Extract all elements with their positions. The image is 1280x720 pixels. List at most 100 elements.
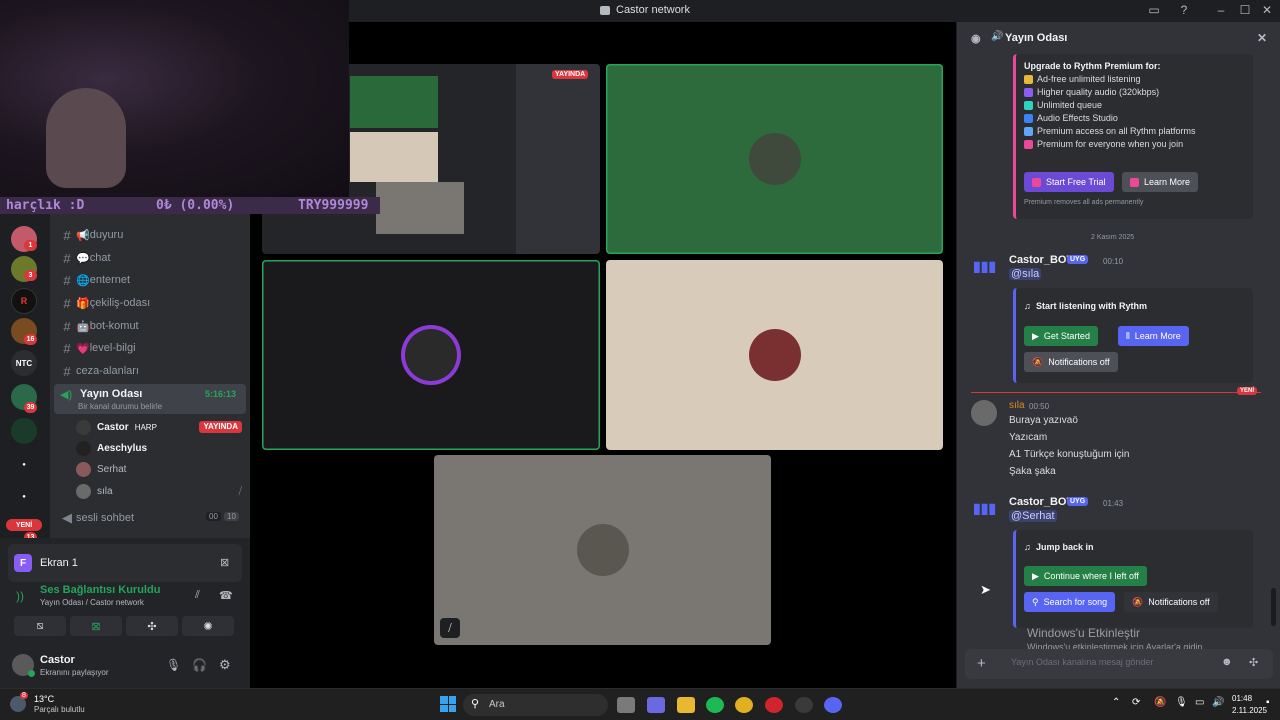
maximize-button[interactable]: ☐ (1236, 3, 1254, 17)
avatar[interactable] (971, 400, 997, 426)
clock-date[interactable]: 2.11.2025 (1232, 706, 1267, 715)
voice-user-sila[interactable]: sıla ⧸ (76, 482, 242, 500)
live-badge: YAYINDA (552, 70, 589, 79)
voice-channel-sesli[interactable]: ◀ sesli sohbet 00 10 (58, 508, 244, 528)
add-icon[interactable]: + (977, 655, 986, 672)
clock-time[interactable]: 01:48 (1232, 694, 1252, 703)
rythm-icon (1130, 177, 1139, 187)
activities-button[interactable]: ✣ (126, 616, 178, 636)
start-trial-button[interactable]: Start Free Trial (1024, 172, 1114, 192)
camera-off-button[interactable]: ⧅ (14, 616, 66, 636)
voice-user-castor[interactable]: Castor HARP YAYINDA (76, 418, 242, 436)
channel-enternet[interactable]: # 🌐 enternet (58, 270, 244, 290)
feature-item: Premium access on all Rythm platforms (1024, 126, 1196, 136)
chevron-up-icon[interactable]: ⌃ (1112, 697, 1120, 708)
participant-tile[interactable] (606, 260, 943, 450)
channel-ceza[interactable]: # ceza-alanları (58, 361, 244, 381)
status-dot (28, 670, 35, 677)
soundboard-button[interactable]: ✺ (182, 616, 234, 636)
participant-tile[interactable]: ⧸ (434, 455, 771, 645)
mic-icon[interactable]: 🎙 (166, 658, 181, 672)
participant-tile[interactable] (262, 260, 600, 450)
learn-more-button[interactable]: ⫴ Learn More (1118, 326, 1189, 346)
role-tag: HARP (134, 422, 157, 432)
user-mention[interactable]: @Serhat (1009, 510, 1057, 522)
server-icon[interactable]: ● (11, 484, 37, 510)
disconnect-icon[interactable]: ☎ (219, 589, 233, 602)
participant-tile[interactable] (606, 64, 943, 254)
obs-icon[interactable] (795, 697, 813, 713)
channel-label: ceza-alanları (76, 365, 139, 377)
minimize-button[interactable]: – (1212, 3, 1230, 17)
webcam-person (46, 88, 126, 188)
bell-off-icon[interactable]: 🔕 (1154, 697, 1166, 708)
channel-level-bilgi[interactable]: # 💗 level-bilgi (58, 338, 244, 358)
notifications-off-button[interactable]: 🔕 Notifications off (1024, 352, 1118, 372)
feature-item: Audio Effects Studio (1024, 113, 1118, 123)
chrome-icon[interactable] (735, 697, 753, 713)
server-icon[interactable] (11, 418, 37, 444)
spotify-icon[interactable] (706, 697, 724, 713)
notification-icon[interactable]: ▪ (1266, 697, 1270, 708)
stream-button[interactable]: ⊠ (70, 616, 122, 636)
voice-user-serhat[interactable]: Serhat (76, 460, 126, 478)
headphones-icon[interactable]: 🎧 (192, 658, 207, 672)
get-started-button[interactable]: ▶ Get Started (1024, 326, 1098, 346)
voice-channel-active[interactable]: ◀) Yayın Odası 5:16:13 Bir kanal durumu … (54, 384, 246, 414)
notifications-off-button[interactable]: 🔕 Notifications off (1124, 592, 1218, 612)
channel-status[interactable]: Bir kanal durumu belirle (78, 402, 162, 411)
help-icon[interactable]: ? (1175, 3, 1193, 17)
connection-sub[interactable]: Yayın Odası / Castor network (40, 598, 144, 607)
window-title: Castor network (600, 4, 690, 16)
monitor-icon[interactable]: ▭ (1195, 697, 1204, 708)
connection-status[interactable]: Ses Bağlantısı Kuruldu (40, 584, 160, 596)
close-icon[interactable]: ✕ (1257, 31, 1267, 45)
channel-duyuru[interactable]: # 📢 duyuru (58, 225, 244, 245)
user-mention[interactable]: @sıla (1009, 268, 1042, 280)
continue-button[interactable]: ▶ Continue where I left off (1024, 566, 1147, 586)
activation-title: Windows'u Etkinleştir (1027, 626, 1140, 640)
play-icon: ▶ (1032, 570, 1039, 581)
start-button[interactable] (440, 696, 456, 712)
server-icon[interactable]: ● (11, 452, 37, 478)
learn-more-button[interactable]: Learn More (1122, 172, 1199, 192)
screen-share-card[interactable]: F Ekran 1 ⊠ (8, 544, 242, 582)
noise-icon[interactable]: ⫽ (195, 589, 200, 602)
message-input[interactable]: + Yayın Odası kanalına mesaj gönder ☻ ✣ (965, 649, 1273, 679)
bot-avatar[interactable]: ▮▮▮ (973, 258, 996, 280)
volume-icon[interactable]: 🔊 (1212, 697, 1224, 708)
mic-icon[interactable]: 🎙 (1175, 697, 1188, 708)
new-badge: YENİ (6, 519, 42, 531)
hash-icon: # (63, 272, 71, 288)
channel-bot-komut[interactable]: # 🤖 bot-komut (58, 316, 244, 336)
chat-panel: ◉ 🔊 Yayın Odası ✕ Upgrade to Rythm Premi… (957, 22, 1280, 688)
close-window-button[interactable]: ✕ (1258, 3, 1276, 17)
bot-embed: ♫ Jump back in ▶ Continue where I left of… (1013, 530, 1253, 628)
music-icon: ♫ (1024, 542, 1031, 552)
scrollbar[interactable] (1271, 588, 1276, 626)
voice-user-aeschylus[interactable]: Aeschylus (76, 439, 147, 457)
server-icon[interactable]: R (11, 288, 37, 314)
server-icon[interactable]: NTC (11, 350, 37, 376)
premium-embed: Upgrade to Rythm Premium for: Ad-free un… (1013, 54, 1253, 219)
stream-overlay-bar: harçlık :D 0₺ (0.00%) TRY999999 (0, 197, 380, 214)
channel-chat[interactable]: # 💬 chat (58, 248, 244, 268)
task-view-icon[interactable] (617, 697, 635, 713)
copilot-icon[interactable] (647, 697, 665, 713)
gear-icon[interactable]: ⚙ (219, 657, 231, 673)
opera-icon[interactable] (765, 697, 783, 713)
popout-icon[interactable]: ⊠ (220, 556, 229, 569)
bot-avatar[interactable]: ▮▮▮ (973, 500, 996, 522)
search-icon: ⚲ (1032, 596, 1039, 607)
speaker-icon: ◀) (60, 389, 73, 401)
discord-icon[interactable] (824, 697, 842, 713)
apps-icon[interactable]: ✣ (1249, 656, 1258, 669)
search-song-button[interactable]: ⚲ Search for song (1024, 592, 1116, 612)
search-box[interactable]: ⚲ Ara (463, 694, 608, 716)
emoji-icon[interactable]: ☻ (1221, 656, 1233, 668)
folder-icon[interactable] (677, 697, 695, 713)
channel-cekilis[interactable]: # 🎁 çekiliş-odası (58, 293, 244, 313)
sync-icon[interactable]: ⟳ (1132, 697, 1140, 708)
inbox-icon[interactable]: ▭ (1145, 3, 1163, 17)
hash-icon: # (63, 363, 71, 379)
